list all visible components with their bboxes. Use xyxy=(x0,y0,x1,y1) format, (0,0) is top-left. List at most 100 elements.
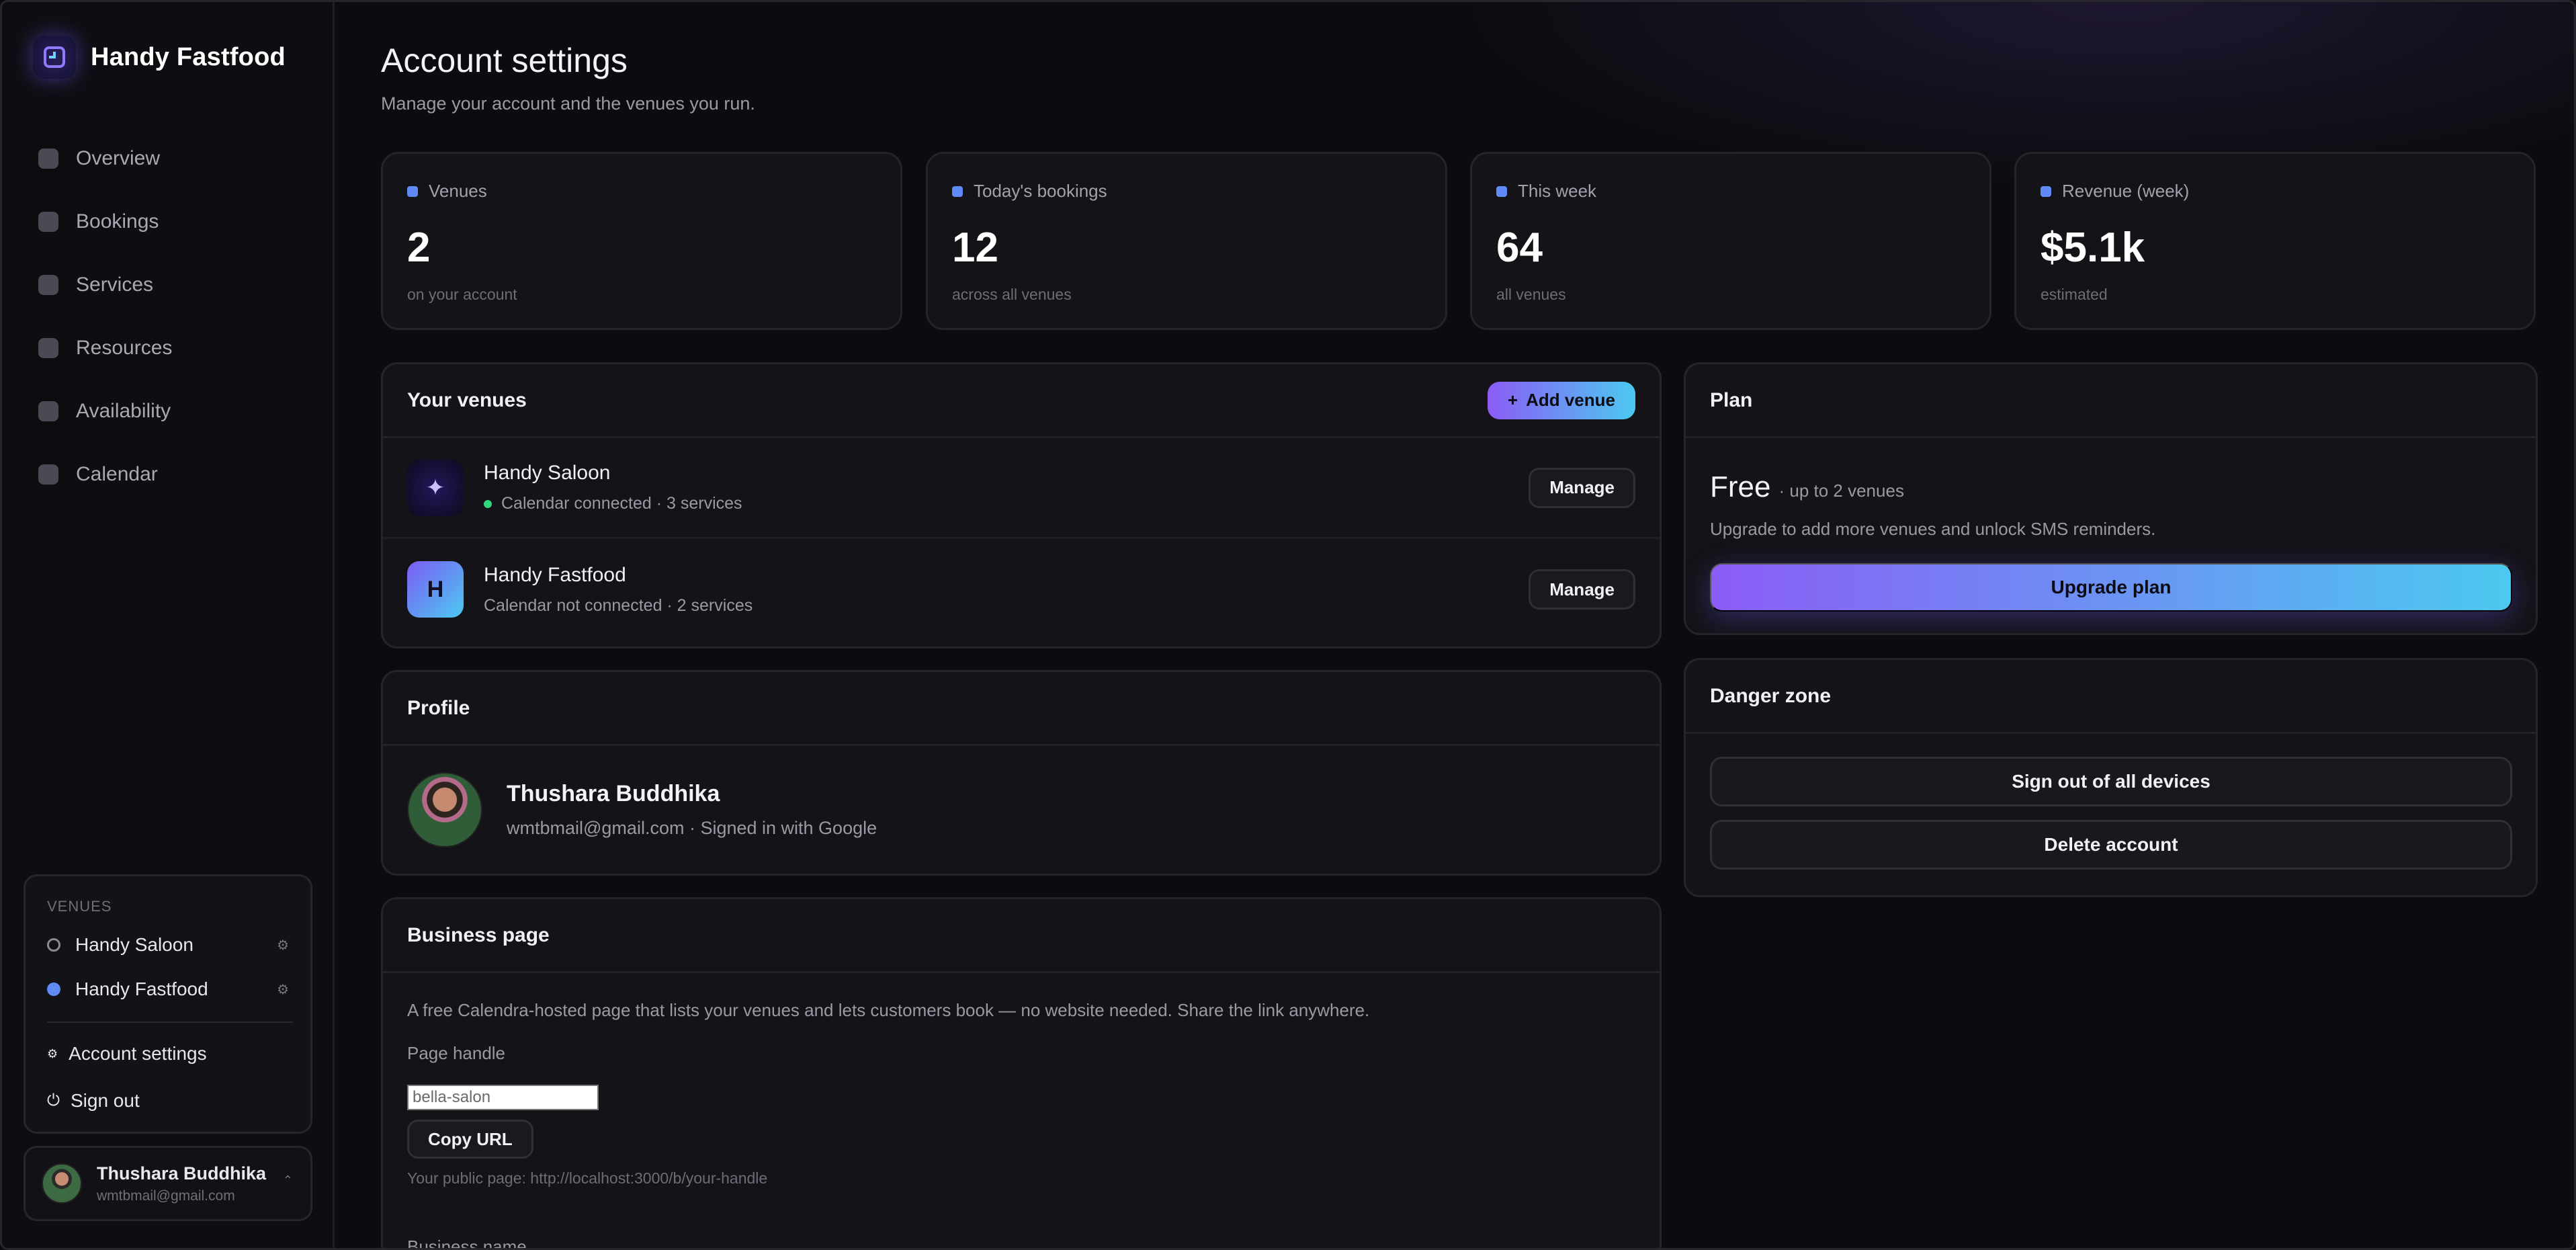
app-window: Handy Fastfood Overview Bookings Service… xyxy=(0,0,2576,1250)
profile-card: Profile Thushara Buddhika wmtbmail@gmail… xyxy=(381,670,1662,876)
venue-radio-active-icon xyxy=(47,983,60,996)
venues-card: Your venues + Add venue ✦ Handy Saloon C… xyxy=(381,362,1662,649)
sign-out-link[interactable]: ⏻ Sign out xyxy=(47,1090,140,1112)
sparkle-icon: ✦ xyxy=(407,459,464,516)
nav-item-overview[interactable]: Overview xyxy=(38,127,172,190)
plan-description: Upgrade to add more venues and unlock SM… xyxy=(1710,519,2156,539)
venue-row: H Handy Fastfood Calendar not connected … xyxy=(383,539,1660,640)
danger-zone-title: Danger zone xyxy=(1710,684,1832,707)
venue-status: Calendar not connected · 2 services xyxy=(484,595,753,615)
business-description: A free Calendra-hosted page that lists y… xyxy=(407,1000,1370,1020)
page-handle-input[interactable] xyxy=(407,1085,599,1110)
power-icon: ⏻ xyxy=(47,1091,60,1110)
venue-name: Handy Saloon xyxy=(484,462,611,484)
venue-switch-label: Handy Fastfood xyxy=(75,978,208,999)
settings-icon: ⚙ xyxy=(47,1046,58,1060)
gear-icon[interactable]: ⚙ xyxy=(277,937,289,954)
sign-out-all-devices-button[interactable]: Sign out of all devices xyxy=(1710,757,2512,806)
stat-dot-icon xyxy=(407,185,418,197)
stat-note: all venues xyxy=(1496,286,1566,303)
account-settings-link[interactable]: ⚙ Account settings xyxy=(47,1043,207,1065)
page-title: Account settings xyxy=(381,42,628,79)
plan-name: Free xyxy=(1710,470,1771,503)
connected-status-icon xyxy=(484,499,492,508)
nav-label: Resources xyxy=(76,337,173,359)
nav-item-resources[interactable]: Resources xyxy=(38,317,172,380)
venues-card-title: Your venues xyxy=(407,388,527,411)
stat-value: $5.1k xyxy=(2041,224,2145,271)
profile-email: wmtbmail@gmail.com · Signed in with Goog… xyxy=(507,818,877,838)
bookings-icon xyxy=(38,212,58,232)
venue-status: Calendar connected · 3 services xyxy=(501,494,742,513)
availability-icon xyxy=(38,401,58,421)
upgrade-plan-button[interactable]: Upgrade plan xyxy=(1710,563,2512,612)
stat-label: Venues xyxy=(429,181,487,201)
stat-card-todays-bookings: Today's bookings 12 across all venues xyxy=(926,152,1447,330)
add-venue-button[interactable]: + Add venue xyxy=(1487,381,1635,419)
nav-label: Bookings xyxy=(76,210,159,233)
user-name: Thushara Buddhika xyxy=(97,1163,267,1183)
stat-label: Revenue (week) xyxy=(2062,181,2190,201)
venue-name: Handy Fastfood xyxy=(484,563,626,586)
chevron-up-icon: ⌃ xyxy=(282,1173,293,1187)
venue-switch-handy-saloon[interactable]: Handy Saloon ⚙ xyxy=(47,934,289,956)
stat-dot-icon xyxy=(2041,185,2051,197)
user-email: wmtbmail@gmail.com xyxy=(97,1188,235,1204)
business-card-title: Business page xyxy=(407,923,550,946)
add-venue-label: Add venue xyxy=(1526,390,1615,410)
overview-icon xyxy=(38,149,58,169)
copy-url-button[interactable]: Copy URL xyxy=(407,1120,533,1159)
nav-label: Overview xyxy=(76,147,161,169)
plan-card-title: Plan xyxy=(1710,388,1753,411)
venue-initial-avatar: H xyxy=(407,561,464,618)
avatar xyxy=(407,772,482,847)
manage-venue-button[interactable]: Manage xyxy=(1529,467,1635,508)
manage-venue-button[interactable]: Manage xyxy=(1529,569,1635,610)
app-logo-icon xyxy=(33,36,76,79)
page-handle-label: Page handle xyxy=(407,1043,506,1063)
sign-out-label: Sign out xyxy=(70,1090,140,1111)
app-name: Handy Fastfood xyxy=(91,42,286,71)
nav-label: Services xyxy=(76,274,154,296)
nav-item-bookings[interactable]: Bookings xyxy=(38,190,172,253)
services-icon xyxy=(38,275,58,295)
nav-item-availability[interactable]: Availability xyxy=(38,380,172,443)
delete-account-button[interactable]: Delete account xyxy=(1710,820,2512,870)
stat-value: 12 xyxy=(952,224,998,271)
stat-note: estimated xyxy=(2041,286,2108,303)
sidebar: Handy Fastfood Overview Bookings Service… xyxy=(2,2,335,1248)
profile-card-title: Profile xyxy=(407,696,470,719)
resources-icon xyxy=(38,338,58,358)
stat-label: Today's bookings xyxy=(974,181,1107,201)
nav-label: Calendar xyxy=(76,463,158,485)
nav-item-calendar[interactable]: Calendar xyxy=(38,443,172,506)
business-page-card: Business page A free Calendra-hosted pag… xyxy=(381,897,1662,1250)
stat-label: This week xyxy=(1518,181,1597,201)
venue-switcher-panel: VENUES Handy Saloon ⚙ Handy Fastfood ⚙ ⚙… xyxy=(24,874,312,1134)
venue-row: ✦ Handy Saloon Calendar connected · 3 se… xyxy=(383,438,1660,539)
user-menu[interactable]: Thushara Buddhika wmtbmail@gmail.com ⌃ xyxy=(24,1146,312,1221)
stat-value: 2 xyxy=(407,224,431,271)
stat-card-this-week: This week 64 all venues xyxy=(1470,152,1991,330)
venue-switch-handy-fastfood[interactable]: Handy Fastfood ⚙ xyxy=(47,978,289,1000)
stat-dot-icon xyxy=(1496,185,1507,197)
page-subtitle: Manage your account and the venues you r… xyxy=(381,93,755,114)
danger-zone-card: Danger zone Sign out of all devices Dele… xyxy=(1684,658,2538,897)
venue-radio-icon xyxy=(47,938,60,952)
brand[interactable]: Handy Fastfood xyxy=(33,36,286,79)
public-url-text: Your public page: http://localhost:3000/… xyxy=(407,1169,768,1187)
nav-label: Availability xyxy=(76,400,171,422)
nav-item-services[interactable]: Services xyxy=(38,253,172,317)
venue-switch-label: Handy Saloon xyxy=(75,934,194,955)
divider xyxy=(47,1022,293,1023)
business-name-label: Business name xyxy=(407,1237,527,1250)
main-nav: Overview Bookings Services Resources Ava… xyxy=(38,127,172,506)
plan-card: Plan Free · up to 2 venues Upgrade to ad… xyxy=(1684,362,2538,635)
stat-value: 64 xyxy=(1496,224,1543,271)
profile-name: Thushara Buddhika xyxy=(507,781,720,806)
calendar-icon xyxy=(38,464,58,485)
plan-limit: · up to 2 venues xyxy=(1778,481,1904,501)
stat-card-revenue: Revenue (week) $5.1k estimated xyxy=(2014,152,2536,330)
gear-icon[interactable]: ⚙ xyxy=(277,981,289,998)
stat-note: across all venues xyxy=(952,286,1072,303)
